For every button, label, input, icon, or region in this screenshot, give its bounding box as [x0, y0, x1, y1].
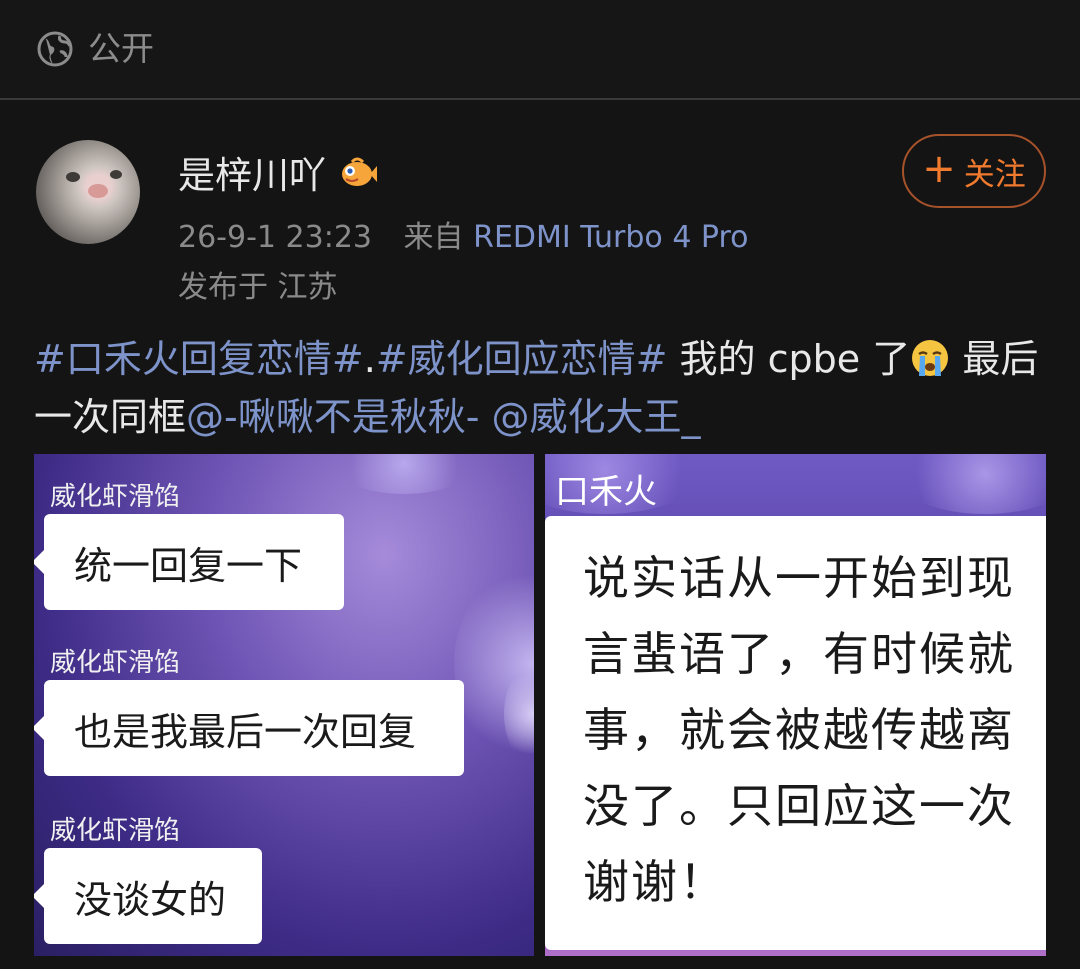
message-sender: 威化虾滑馅 — [50, 648, 181, 678]
globe-icon — [37, 31, 73, 67]
crying-face-emoji-icon — [912, 340, 949, 376]
device-link[interactable]: REDMI Turbo 4 Pro — [473, 220, 748, 255]
avatar-detail — [110, 170, 122, 179]
divider — [0, 98, 1080, 100]
avatar-detail — [66, 172, 80, 182]
post-time: 26-9-1 23:23 — [178, 220, 372, 255]
plus-icon: + — [922, 146, 956, 192]
visibility-label: 公开 — [88, 29, 154, 68]
message-sender: 威化虾滑馅 — [50, 482, 181, 512]
follow-label: 关注 — [963, 156, 1026, 193]
hashtag-link[interactable]: #威化回应恋情# — [376, 337, 668, 381]
post-image-1[interactable]: 威化虾滑馅 统一回复一下 威化虾滑馅 也是我最后一次回复 威化虾滑馅 没谈女的 — [34, 454, 534, 956]
avatar-detail — [88, 184, 108, 198]
message-line: 没了。只回应这一次 — [583, 779, 1015, 833]
message-sender: 威化虾滑馅 — [50, 816, 181, 846]
message-line: 事，就会被越传越离 — [583, 703, 1015, 757]
avatar[interactable] — [36, 140, 140, 244]
post-meta: 26-9-1 23:23 来自 REDMI Turbo 4 Pro — [178, 212, 749, 256]
message-bubble: 没谈女的 — [34, 848, 262, 944]
message-line: 说实话从一开始到现 — [583, 551, 1015, 605]
separator-dot: . — [363, 337, 376, 381]
post-body-text: 我的 cpbe 了 — [667, 337, 911, 381]
light-glow — [334, 454, 474, 494]
mention-link[interactable]: @-啾啾不是秋秋- — [186, 395, 479, 439]
post-location: 发布于 江苏 — [178, 270, 338, 305]
message-bubble: 说实话从一开始到现 言蜚语了，有时候就 事，就会被越传越离 没了。只回应这一次 … — [545, 516, 1046, 950]
message-line: 谢谢！ — [583, 855, 727, 909]
message-bubble: 统一回复一下 — [34, 514, 344, 610]
fish-emoji-icon — [342, 157, 377, 186]
mention-link[interactable]: @威化大王_ — [492, 395, 701, 439]
author-name[interactable]: 是梓川吖 — [178, 145, 326, 199]
message-bubble: 也是我最后一次回复 — [34, 680, 464, 776]
from-label: 来自 — [403, 220, 464, 255]
author-row: 是梓川吖 — [178, 146, 378, 198]
message-sender: 口禾火 — [555, 472, 657, 512]
post-text: #口禾火回复恋情#.#威化回应恋情# 我的 cpbe 了 最后一次同框@-啾啾不… — [34, 330, 1044, 446]
hashtag-link[interactable]: #口禾火回复恋情# — [34, 337, 364, 381]
top-bar: 公开 — [0, 0, 1080, 98]
follow-button[interactable]: + 关注 — [902, 134, 1046, 208]
post-image-2[interactable]: 口禾火 说实话从一开始到现 言蜚语了，有时候就 事，就会被越传越离 没了。只回应… — [545, 454, 1046, 956]
light-glow — [895, 454, 1046, 514]
message-line: 言蜚语了，有时候就 — [583, 627, 1015, 681]
